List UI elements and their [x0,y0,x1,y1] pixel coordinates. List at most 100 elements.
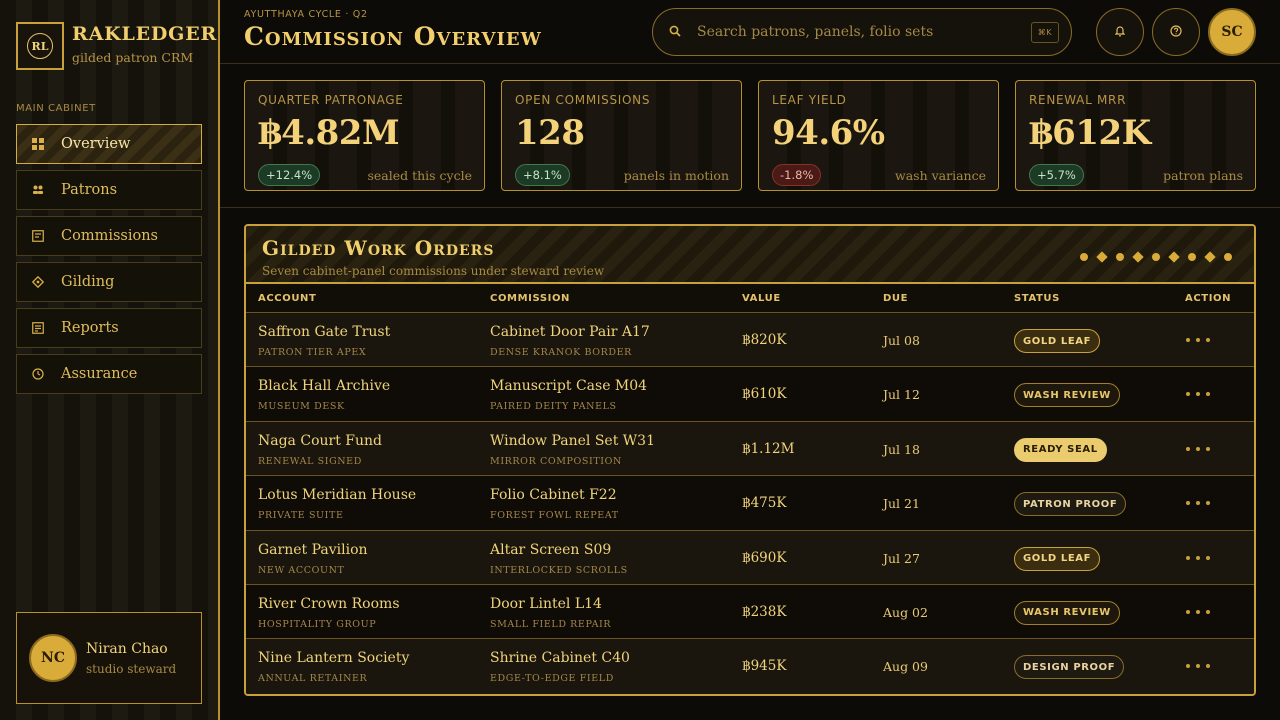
search-bar[interactable]: ⌘K [652,8,1072,56]
sidebar-item-assurance[interactable]: Assurance [16,354,202,394]
kpi-label: OPEN COMMISSIONS [515,93,651,107]
commission-name[interactable]: Shrine Cabinet C40 [490,650,630,666]
account-name[interactable]: Saffron Gate Trust [258,324,390,340]
account-name[interactable]: Garnet Pavilion [258,542,368,558]
table-row[interactable]: Lotus Meridian House PRIVATE SUITE Folio… [246,476,1254,531]
column-header-due[interactable]: DUE [883,293,908,304]
commission-name[interactable]: Cabinet Door Pair A17 [490,324,650,340]
sidebar-item-patrons[interactable]: Patrons [16,170,202,210]
kpi-row: QUARTER PATRONAGE ฿4.82M +12.4% sealed t… [244,80,1256,191]
sidebar-item-overview[interactable]: Overview [16,124,202,164]
sidebar: RL RAKLEDGER gilded patron CRM MAIN CABI… [0,0,220,720]
commission-value: ฿238K [742,603,787,620]
commission-detail: SMALL FIELD REPAIR [490,618,612,630]
table-row[interactable]: Nine Lantern Society ANNUAL RETAINER Shr… [246,639,1254,694]
kpi-value: ฿4.82M [258,113,400,153]
more-actions-icon[interactable] [1186,385,1210,403]
kpi-note: wash variance [895,168,986,183]
help-button[interactable] [1152,8,1200,56]
bell-icon [1114,25,1126,40]
more-actions-icon[interactable] [1186,440,1210,458]
due-date: Jul 21 [883,496,920,512]
commission-detail: MIRROR COMPOSITION [490,455,622,467]
status-badge: WASH REVIEW [1014,600,1120,625]
status-badge: GOLD LEAF [1014,546,1101,571]
status-badge: DESIGN PROOF [1014,655,1125,680]
status-badge: WASH REVIEW [1014,383,1120,408]
more-actions-icon[interactable] [1186,331,1210,349]
diamond-icon [31,275,45,289]
panel-header: Gilded Work Orders Seven cabinet-panel c… [246,226,1254,284]
kpi-card-renewal-mrr[interactable]: RENEWAL MRR ฿612K +5.7% patron plans [1015,80,1256,191]
account-tier: ANNUAL RETAINER [258,673,368,685]
commission-name[interactable]: Manuscript Case M04 [490,378,647,394]
more-actions-icon[interactable] [1186,549,1210,567]
account-tier: PRIVATE SUITE [258,510,344,522]
more-actions-icon[interactable] [1186,494,1210,512]
work-orders-panel: Gilded Work Orders Seven cabinet-panel c… [244,224,1256,696]
column-header-status[interactable]: STATUS [1014,293,1060,304]
panel-title: Gilded Work Orders [262,236,495,260]
commission-name[interactable]: Altar Screen S09 [490,542,611,558]
more-actions-icon[interactable] [1186,603,1210,621]
table-row[interactable]: River Crown Rooms HOSPITALITY GROUP Door… [246,584,1254,640]
table-row[interactable]: Naga Court Fund RENEWAL SIGNED Window Pa… [246,421,1254,477]
kpi-delta-badge: +5.7% [1029,164,1084,186]
sidebar-item-label: Commissions [61,228,158,244]
clock-icon [31,367,45,381]
commission-value: ฿610K [742,386,787,403]
kpi-card-leaf-yield[interactable]: LEAF YIELD 94.6% -1.8% wash variance [758,80,999,191]
kpi-note: panels in motion [623,168,729,183]
kpi-card-open-commissions[interactable]: OPEN COMMISSIONS 128 +8.1% panels in mot… [501,80,742,191]
column-header-value[interactable]: VALUE [742,293,781,304]
ornament-border-icon [1070,251,1232,263]
column-header-account[interactable]: ACCOUNT [258,293,316,304]
account-name[interactable]: Nine Lantern Society [258,650,409,666]
commission-name[interactable]: Door Lintel L14 [490,596,602,612]
account-name[interactable]: Naga Court Fund [258,433,382,449]
ledger-icon [31,229,45,243]
sidebar-item-label: Overview [61,136,131,152]
more-actions-icon[interactable] [1186,657,1210,675]
topbar: AYUTTHAYA CYCLE · Q2 Commission Overview… [220,0,1280,64]
sidebar-item-reports[interactable]: Reports [16,308,202,348]
kpi-note: patron plans [1163,168,1243,183]
account-name[interactable]: Black Hall Archive [258,378,390,394]
page-title: Commission Overview [244,22,542,51]
user-card[interactable]: NC Niran Chao studio steward [16,612,202,704]
status-badge: PATRON PROOF [1014,492,1127,517]
section-divider [220,207,1280,208]
table-row[interactable]: Black Hall Archive MUSEUM DESK Manuscrip… [246,367,1254,422]
table-body: Saffron Gate Trust PATRON TIER APEX Cabi… [246,313,1254,694]
account-name[interactable]: Lotus Meridian House [258,487,416,503]
kpi-label: QUARTER PATRONAGE [258,93,404,107]
brand[interactable]: RL RAKLEDGER gilded patron CRM [16,22,217,70]
search-input[interactable] [697,24,1007,40]
sidebar-item-gilding[interactable]: Gilding [16,262,202,302]
kpi-delta-badge: +8.1% [515,164,570,186]
user-avatar-button[interactable]: SC [1208,8,1256,56]
due-date: Jul 08 [883,333,920,348]
table-row[interactable]: Garnet Pavilion NEW ACCOUNT Altar Screen… [246,530,1254,585]
table-row[interactable]: Saffron Gate Trust PATRON TIER APEX Cabi… [246,313,1254,368]
account-name[interactable]: River Crown Rooms [258,596,400,612]
commission-name[interactable]: Folio Cabinet F22 [490,487,617,503]
panel-subtitle: Seven cabinet-panel commissions under st… [262,264,605,278]
avatar: NC [29,634,77,682]
account-tier: PATRON TIER APEX [258,347,367,358]
sidebar-item-commissions[interactable]: Commissions [16,216,202,256]
column-header-commission[interactable]: COMMISSION [490,293,570,304]
help-icon [1170,24,1182,40]
commission-name[interactable]: Window Panel Set W31 [490,433,655,449]
report-icon [31,321,45,335]
due-date: Jul 12 [883,387,920,403]
brand-name: RAKLEDGER [72,23,218,45]
search-shortcut: ⌘K [1030,22,1059,43]
notifications-button[interactable] [1096,8,1144,56]
kpi-card-quarter-patronage[interactable]: QUARTER PATRONAGE ฿4.82M +12.4% sealed t… [244,80,485,191]
page-eyebrow: AYUTTHAYA CYCLE · Q2 [244,9,368,20]
kpi-note: sealed this cycle [367,168,472,183]
kpi-label: RENEWAL MRR [1029,93,1127,107]
sidebar-item-label: Gilding [61,274,115,290]
kpi-delta-badge: +12.4% [258,164,321,186]
